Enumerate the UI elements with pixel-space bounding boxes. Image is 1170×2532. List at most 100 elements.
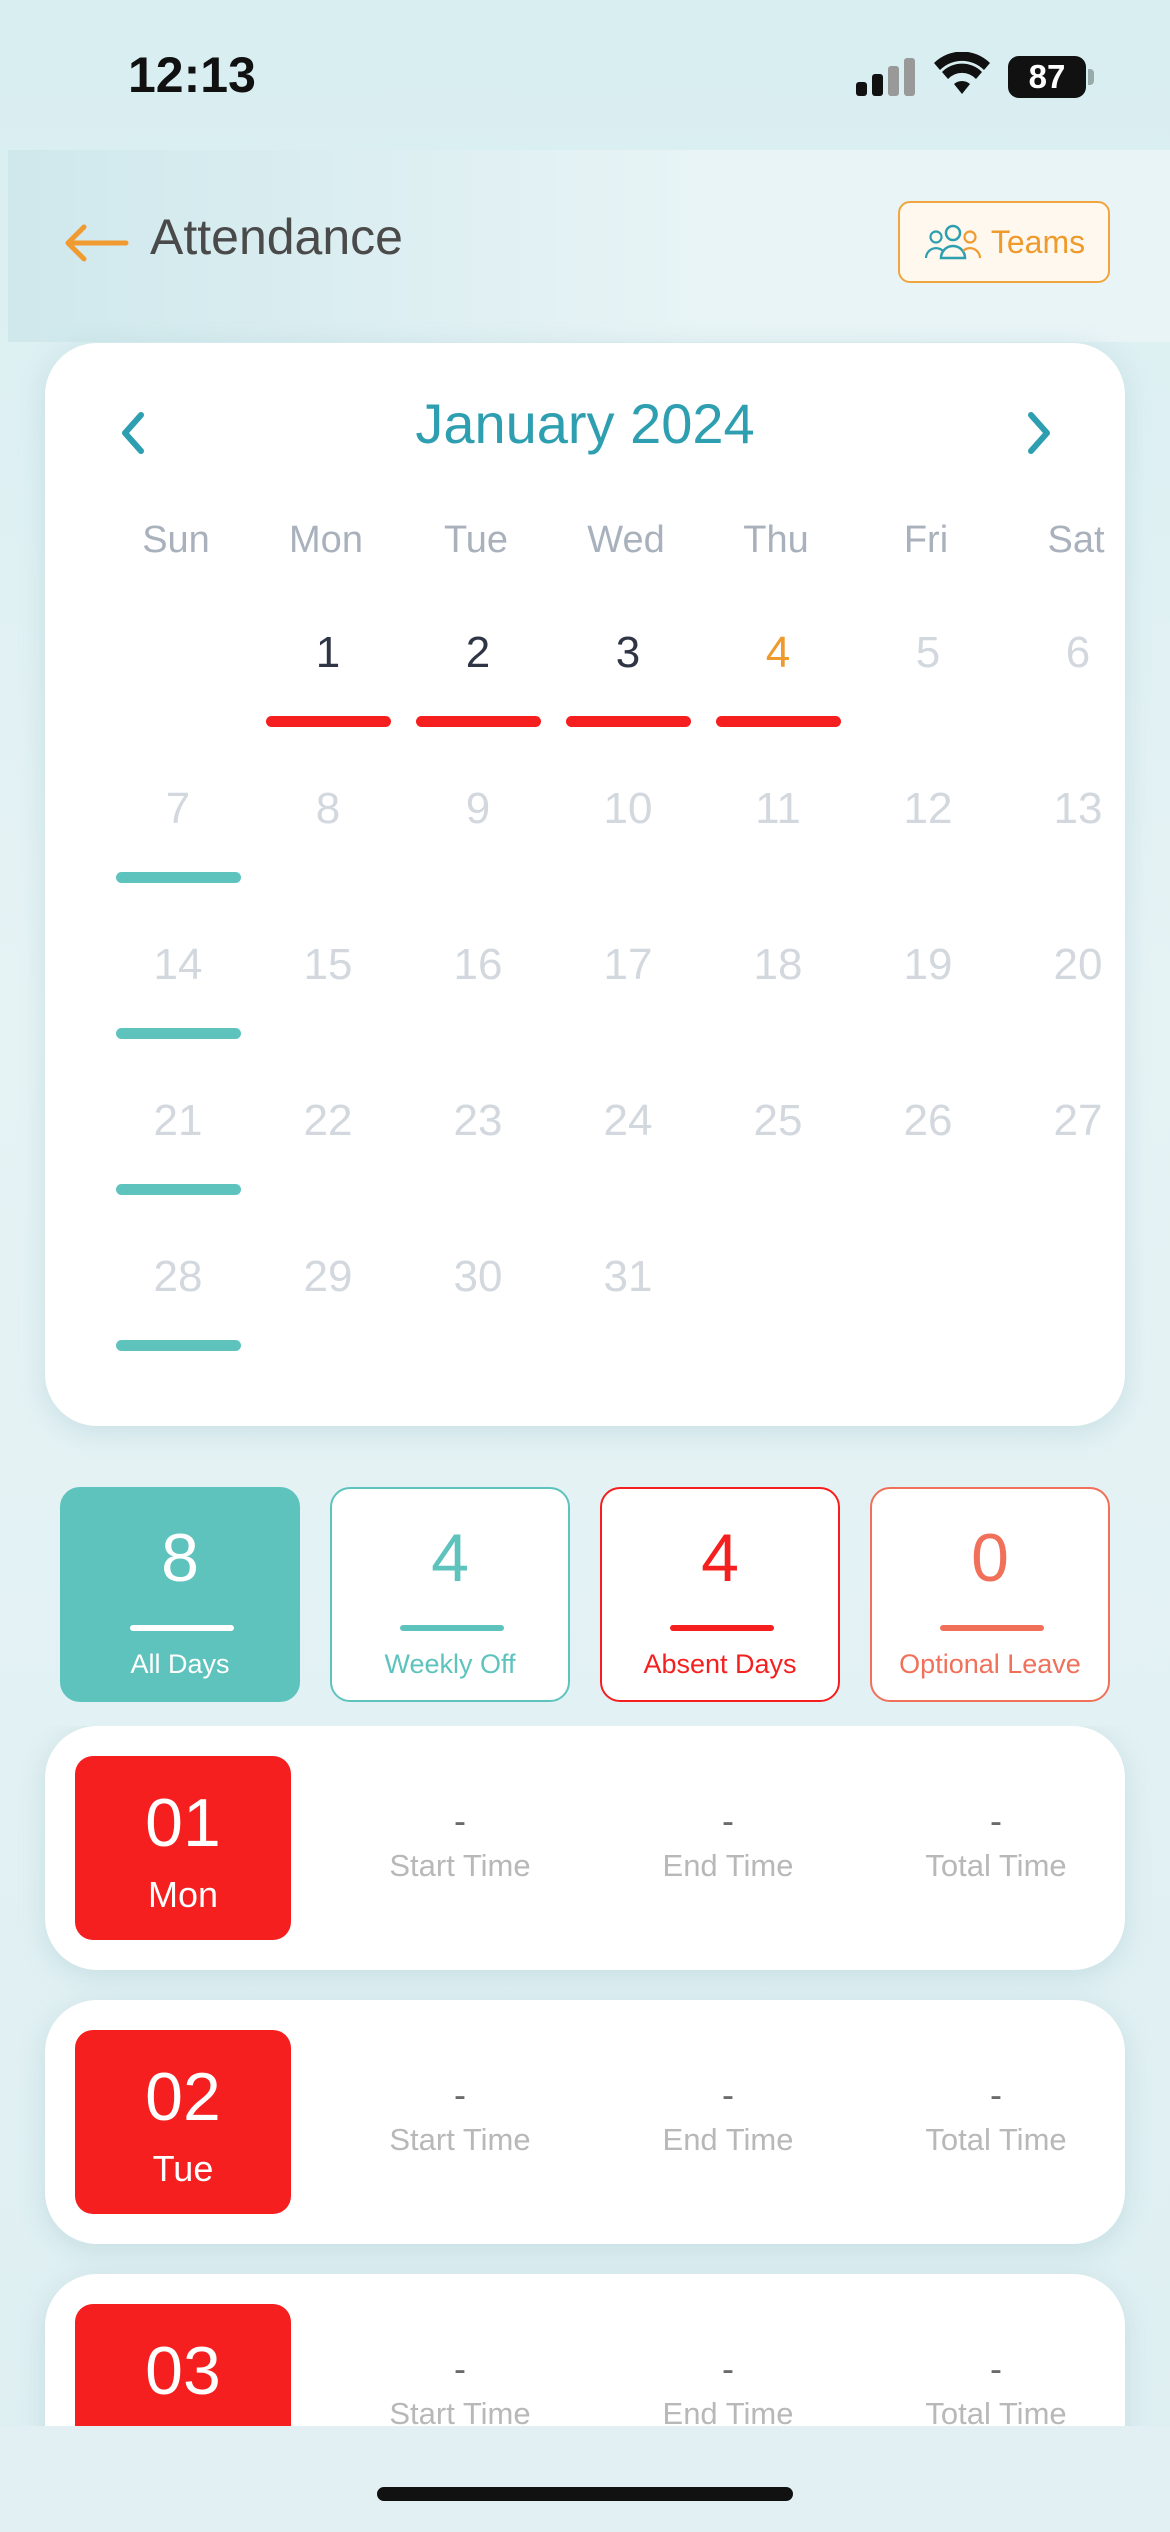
calendar-day-number: 7 [165, 784, 191, 833]
calendar-day-14[interactable]: 14 [103, 920, 253, 1050]
status-bar: 12:13 87 [0, 0, 1170, 150]
calendar-day-number: 23 [453, 1096, 503, 1145]
weekly-off-indicator [116, 872, 241, 883]
absent-indicator [416, 716, 541, 727]
calendar-day-23[interactable]: 23 [403, 1076, 553, 1206]
calendar-day-number: 6 [1065, 628, 1091, 677]
back-arrow-icon[interactable] [60, 218, 130, 268]
calendar-day-22[interactable]: 22 [253, 1076, 403, 1206]
weekday-label-mon: Mon [289, 519, 363, 561]
calendar-day-25[interactable]: 25 [703, 1076, 853, 1206]
total-time-value: - [990, 2348, 1002, 2389]
total-time-label: Total Time [925, 2122, 1067, 2157]
calendar-day-26[interactable]: 26 [853, 1076, 1003, 1206]
absent-indicator [716, 716, 841, 727]
weekday-label-sat: Sat [1047, 519, 1105, 561]
calendar-day-21[interactable]: 21 [103, 1076, 253, 1206]
end-time-metric: - End Time [613, 2348, 843, 2426]
end-time-value: - [722, 1800, 734, 1841]
attendance-row[interactable]: 01 Mon - Start Time - End Time - Total Time [45, 1726, 1125, 1970]
calendar-day-1[interactable]: 1 [253, 608, 403, 738]
teams-button[interactable]: Teams [898, 201, 1110, 283]
calendar-day-29[interactable]: 29 [253, 1232, 403, 1362]
end-time-metric: - End Time [613, 1800, 843, 1884]
start-time-metric: - Start Time [345, 2074, 575, 2158]
total-time-value: - [990, 2074, 1002, 2115]
calendar-day-3[interactable]: 3 [553, 608, 703, 738]
calendar-day-5[interactable]: 5 [853, 608, 1003, 738]
date-badge[interactable]: 01 Mon [75, 1756, 291, 1940]
tile-underline [400, 1625, 504, 1631]
weekly-off-tile[interactable]: 4 Weekly Off [330, 1487, 570, 1702]
attendance-row[interactable]: 03Wed - Start Time - End Time - Total Time [45, 2274, 1125, 2426]
absent-indicator [566, 716, 691, 727]
calendar-day-13[interactable]: 13 [1003, 764, 1153, 894]
calendar-day-17[interactable]: 17 [553, 920, 703, 1050]
start-time-label: Start Time [389, 2122, 531, 2157]
calendar-day-number: 1 [315, 628, 341, 677]
total-time-metric: - Total Time [881, 2348, 1111, 2426]
calendar-day-27[interactable]: 27 [1003, 1076, 1153, 1206]
calendar-day-19[interactable]: 19 [853, 920, 1003, 1050]
weekday-label-tue: Tue [443, 519, 509, 561]
tile-count: 8 [161, 1520, 199, 1596]
date-number: 03 [145, 2333, 221, 2409]
calendar-day-number: 31 [603, 1252, 653, 1301]
calendar-day-16[interactable]: 16 [403, 920, 553, 1050]
calendar-day-number: 19 [903, 940, 953, 989]
calendar-day-31[interactable]: 31 [553, 1232, 703, 1362]
calendar-day-number: 20 [1053, 940, 1103, 989]
calendar-day-number: 24 [603, 1096, 653, 1145]
calendar-day-number: 21 [153, 1096, 203, 1145]
calendar-day-15[interactable]: 15 [253, 920, 403, 1050]
calendar-day-number: 29 [303, 1252, 353, 1301]
end-time-value: - [722, 2074, 734, 2115]
end-time-value: - [722, 2348, 734, 2389]
total-time-metric: - Total Time [881, 2074, 1111, 2158]
calendar-day-number: 11 [755, 784, 801, 833]
calendar-day-18[interactable]: 18 [703, 920, 853, 1050]
calendar-day-12[interactable]: 12 [853, 764, 1003, 894]
weekday-label-sun: Sun [142, 519, 210, 561]
calendar-day-2[interactable]: 2 [403, 608, 553, 738]
calendar-day-number: 22 [303, 1096, 353, 1145]
attendance-row[interactable]: 02 Tue - Start Time - End Time - Total Time [45, 2000, 1125, 2244]
all-days-tile[interactable]: 8 All Days [60, 1487, 300, 1702]
calendar-day-28[interactable]: 28 [103, 1232, 253, 1362]
calendar-day-8[interactable]: 8 [253, 764, 403, 894]
calendar-day-number: 25 [753, 1096, 803, 1145]
calendar-day-4[interactable]: 4 [703, 608, 853, 738]
calendar-day-10[interactable]: 10 [553, 764, 703, 894]
tile-label: All Days [130, 1649, 230, 1679]
start-time-label: Start Time [389, 2396, 531, 2426]
calendar-day-20[interactable]: 20 [1003, 920, 1153, 1050]
calendar-day-24[interactable]: 24 [553, 1076, 703, 1206]
calendar-day-7[interactable]: 7 [103, 764, 253, 894]
calendar-day-number: 16 [453, 940, 503, 989]
calendar-day-number: 3 [615, 628, 641, 677]
calendar-day-number: 10 [603, 784, 653, 833]
date-badge[interactable]: 02 Tue [75, 2030, 291, 2214]
tile-label: Optional Leave [899, 1649, 1081, 1679]
calendar-day-11[interactable]: 11 [703, 764, 853, 894]
date-badge[interactable]: 03Wed [75, 2304, 291, 2426]
status-time: 12:13 [128, 47, 256, 103]
calendar-day-6[interactable]: 6 [1003, 608, 1153, 738]
calendar-day-30[interactable]: 30 [403, 1232, 553, 1362]
tile-underline [130, 1625, 234, 1631]
calendar-day-number: 9 [465, 784, 491, 833]
end-time-label: End Time [662, 2396, 794, 2426]
teams-button-label: Teams [990, 223, 1086, 260]
calendar-day-number: 18 [753, 940, 803, 989]
absent-days-tile[interactable]: 4 Absent Days [600, 1487, 840, 1702]
home-indicator[interactable] [377, 2487, 793, 2501]
attendance-list[interactable]: 01 Mon - Start Time - End Time - Total Time 02 Tu… [0, 1726, 1170, 2426]
date-weekday: Tue [152, 2148, 214, 2189]
next-month-button[interactable] [1015, 403, 1065, 463]
weekday-label-thu: Thu [743, 519, 809, 561]
end-time-label: End Time [662, 1848, 794, 1883]
calendar-day-9[interactable]: 9 [403, 764, 553, 894]
tile-label: Weekly Off [384, 1649, 516, 1679]
optional-leave-tile[interactable]: 0 Optional Leave [870, 1487, 1110, 1702]
battery-icon: 87 [1008, 56, 1094, 98]
